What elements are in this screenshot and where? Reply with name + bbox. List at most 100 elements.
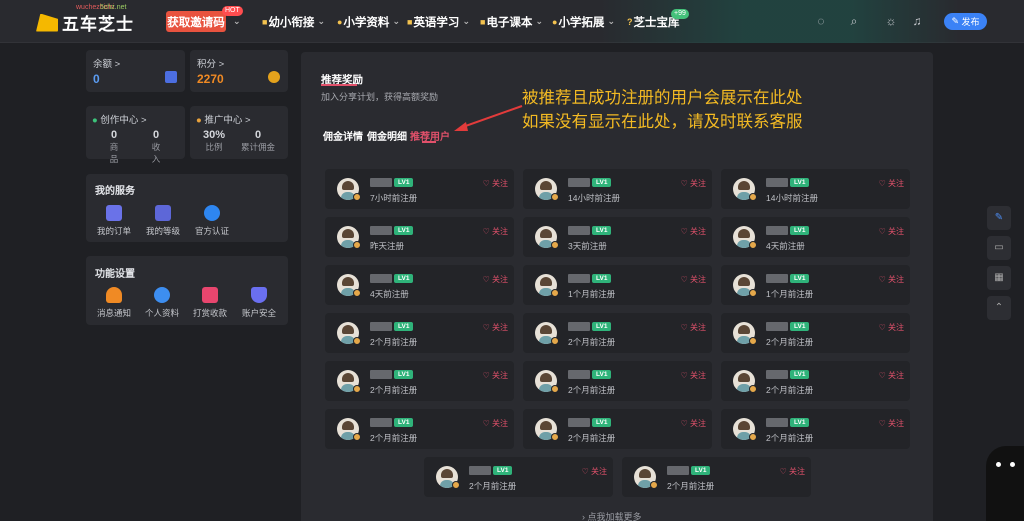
level-badge: LV1: [790, 178, 810, 187]
follow-button[interactable]: ♡ 关注: [879, 226, 904, 237]
referred-user-card[interactable]: LV1 1个月前注册 ♡ 关注: [721, 265, 910, 305]
search-icon[interactable]: ⌕: [847, 14, 861, 28]
follow-button[interactable]: ♡ 关注: [483, 418, 508, 429]
follow-button[interactable]: ♡ 关注: [879, 274, 904, 285]
cheese-logo-icon: [36, 13, 58, 32]
tab-commission-details[interactable]: 佣金详情: [323, 128, 363, 143]
nav-item-3[interactable]: ■ 电子课本 ⌄: [480, 0, 543, 43]
balance-card[interactable]: 余额 > 0: [86, 50, 185, 92]
follow-button[interactable]: ♡ 关注: [681, 178, 706, 189]
nav-item-0[interactable]: ■ 幼小衔接 ⌄: [262, 0, 325, 43]
services-title: 我的服务: [95, 186, 135, 197]
level-badge: LV1: [790, 418, 810, 427]
notifications-button[interactable]: 消息通知: [89, 287, 139, 319]
nav-item-1[interactable]: ● 小学资料 ⌄: [337, 0, 400, 43]
promotion-center-card[interactable]: ● 推广中心 > 30% 比例 0 累计佣金: [190, 106, 288, 159]
follow-button[interactable]: ♡ 关注: [483, 274, 508, 285]
follow-button[interactable]: ♡ 关注: [681, 226, 706, 237]
tip-payment-button[interactable]: 打赏收款: [185, 287, 235, 319]
annotation-arrow: [454, 105, 523, 131]
profile-button[interactable]: 个人资料: [137, 287, 187, 319]
blurred-username: [766, 226, 788, 235]
referred-user-card[interactable]: LV1 2个月前注册 ♡ 关注: [721, 361, 910, 401]
level-badge: LV1: [790, 370, 810, 379]
settings-card: 功能设置 消息通知 个人资料 打赏收款 账户安全: [86, 256, 288, 325]
nav-dropdown-invite[interactable]: ⌄: [230, 0, 241, 43]
follow-button[interactable]: ♡ 关注: [879, 322, 904, 333]
promotion-icon: ●: [196, 115, 202, 126]
referred-user-card[interactable]: LV1 3天前注册 ♡ 关注: [523, 217, 712, 257]
nav-item-2[interactable]: ■ 英语学习 ⌄: [407, 0, 470, 43]
referred-user-card[interactable]: LV1 昨天注册 ♡ 关注: [325, 217, 514, 257]
load-more-link[interactable]: › 点我加载更多: [582, 510, 642, 521]
follow-button[interactable]: ♡ 关注: [582, 466, 607, 477]
tab-commission-list[interactable]: 佣金明细: [367, 128, 407, 143]
register-time: 2个月前注册: [766, 433, 814, 443]
publish-button[interactable]: ✎ 发布: [944, 13, 987, 30]
referred-user-card[interactable]: LV1 7小时前注册 ♡ 关注: [325, 169, 514, 209]
register-time: 2个月前注册: [667, 481, 715, 491]
official-verify-button[interactable]: 官方认证: [187, 205, 237, 237]
referred-user-card[interactable]: LV1 2个月前注册 ♡ 关注: [523, 361, 712, 401]
tag-tool-icon[interactable]: ✎: [987, 206, 1011, 230]
level-badge: LV1: [790, 274, 810, 283]
nav-dot-icon: ■: [407, 16, 413, 27]
register-time: 2个月前注册: [370, 433, 418, 443]
points-label: 积分 >: [197, 59, 225, 70]
bell-icon[interactable]: ♫: [910, 14, 924, 28]
my-orders-button[interactable]: 我的订单: [89, 205, 139, 237]
follow-button[interactable]: ♡ 关注: [681, 274, 706, 285]
referred-user-card[interactable]: LV1 2个月前注册 ♡ 关注: [325, 409, 514, 449]
qrcode-tool-icon[interactable]: ▦: [987, 266, 1011, 290]
follow-button[interactable]: ♡ 关注: [681, 322, 706, 333]
nav-dot-icon: ?: [627, 16, 633, 27]
points-card[interactable]: 积分 > 2270: [190, 50, 288, 92]
comment-tool-icon[interactable]: ▭: [987, 236, 1011, 260]
referred-user-card[interactable]: LV1 2个月前注册 ♡ 关注: [721, 313, 910, 353]
referred-user-card[interactable]: LV1 4天前注册 ♡ 关注: [721, 217, 910, 257]
count-badge: +99: [671, 9, 689, 19]
blurred-username: [370, 226, 392, 235]
avatar-badge-icon: [353, 241, 361, 249]
referred-user-card[interactable]: LV1 2个月前注册 ♡ 关注: [424, 457, 613, 497]
referred-user-card[interactable]: LV1 1个月前注册 ♡ 关注: [523, 265, 712, 305]
register-time: 2个月前注册: [568, 385, 616, 395]
blurred-username: [370, 418, 392, 427]
referred-user-card[interactable]: LV1 2个月前注册 ♡ 关注: [622, 457, 811, 497]
referred-user-card[interactable]: LV1 2个月前注册 ♡ 关注: [721, 409, 910, 449]
site-logo[interactable]: 五车芝士 wuchezhishi 5chz.net: [36, 4, 134, 35]
follow-button[interactable]: ♡ 关注: [681, 370, 706, 381]
nav-item-4[interactable]: ● 小学拓展 ⌄: [552, 0, 615, 43]
referred-user-card[interactable]: LV1 4天前注册 ♡ 关注: [325, 265, 514, 305]
blurred-username: [568, 418, 590, 427]
invite-code-button[interactable]: 获取邀请码: [166, 11, 226, 32]
account-security-button[interactable]: 账户安全: [234, 287, 284, 319]
follow-button[interactable]: ♡ 关注: [879, 178, 904, 189]
follow-button[interactable]: ♡ 关注: [483, 322, 508, 333]
user-icon: [154, 287, 170, 303]
nav-dot-icon: ■: [262, 16, 268, 27]
follow-button[interactable]: ♡ 关注: [483, 370, 508, 381]
cat-mascot-icon: [986, 446, 1024, 521]
referred-user-card[interactable]: LV1 2个月前注册 ♡ 关注: [523, 313, 712, 353]
referred-user-card[interactable]: LV1 2个月前注册 ♡ 关注: [325, 313, 514, 353]
referred-user-card[interactable]: LV1 2个月前注册 ♡ 关注: [325, 361, 514, 401]
follow-button[interactable]: ♡ 关注: [483, 178, 508, 189]
sun-icon[interactable]: ☼: [884, 14, 898, 28]
follow-button[interactable]: ♡ 关注: [483, 226, 508, 237]
follow-button[interactable]: ♡ 关注: [879, 418, 904, 429]
referred-user-card[interactable]: LV1 14小时前注册 ♡ 关注: [523, 169, 712, 209]
my-level-button[interactable]: 我的等级: [138, 205, 188, 237]
blurred-username: [766, 178, 788, 187]
back-to-top-icon[interactable]: ⌃: [987, 296, 1011, 320]
follow-button[interactable]: ♡ 关注: [879, 370, 904, 381]
referred-user-card[interactable]: LV1 2个月前注册 ♡ 关注: [523, 409, 712, 449]
nav-item-5[interactable]: ? 芝士宝库: [627, 0, 680, 43]
verified-icon: [204, 205, 220, 221]
referred-user-card[interactable]: LV1 14小时前注册 ♡ 关注: [721, 169, 910, 209]
creation-center-card[interactable]: ● 创作中心 > 0 商品 0 收入: [86, 106, 185, 164]
follow-button[interactable]: ♡ 关注: [681, 418, 706, 429]
chevron-down-icon: ⌄: [233, 16, 241, 26]
follow-button[interactable]: ♡ 关注: [780, 466, 805, 477]
bulb-icon[interactable]: ◌: [814, 14, 828, 28]
